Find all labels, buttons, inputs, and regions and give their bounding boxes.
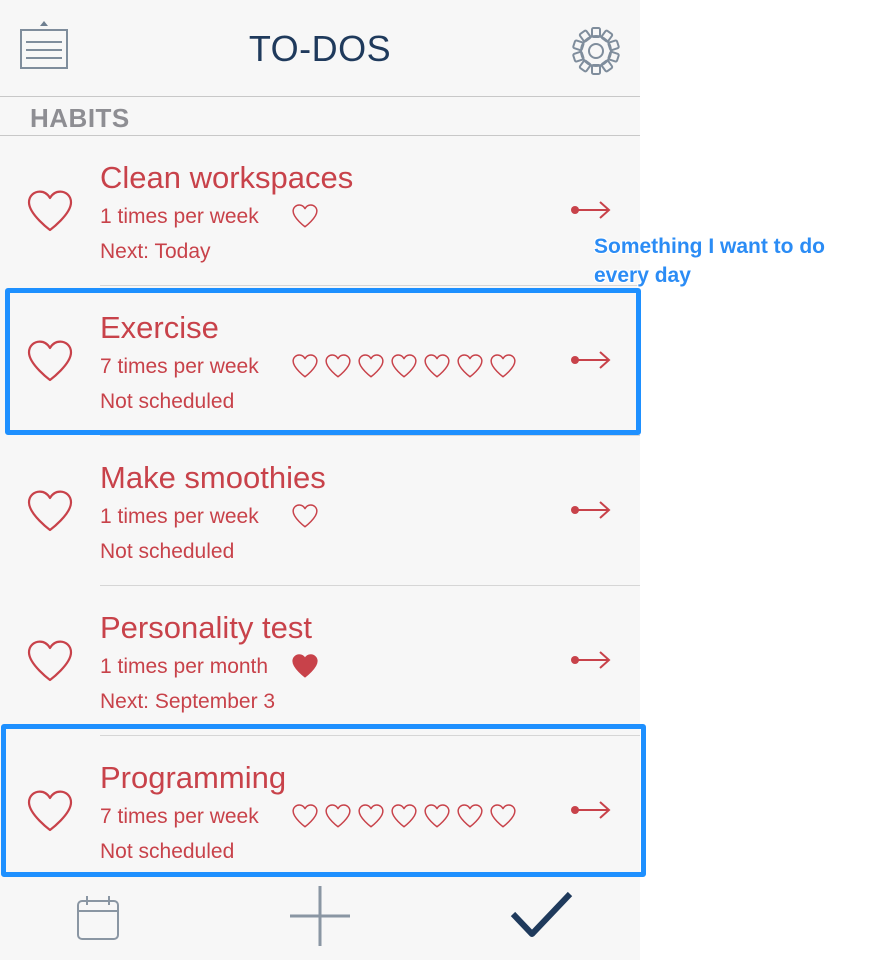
arrow-right-icon [571,351,611,369]
habit-check-button[interactable] [25,188,75,234]
arrow-right-icon [571,801,611,819]
habit-check-button[interactable] [25,788,75,834]
habit-title: Clean workspaces [100,160,354,195]
habit-title: Make smoothies [100,460,326,495]
heart-outline-icon [27,790,73,832]
done-button[interactable] [508,890,574,942]
habit-row[interactable]: Programming 7 times per week Not scheduled [0,736,640,886]
plus-icon [290,886,350,946]
header-bar: TO-DOS [0,0,640,97]
heart-outline-icon [27,190,73,232]
habit-tally [291,203,319,229]
habit-detail-button[interactable] [570,799,612,821]
habit-next-date: Next: September 3 [100,690,276,713]
arrow-right-icon [571,501,611,519]
habit-detail-button[interactable] [570,349,612,371]
habit-check-button[interactable] [25,638,75,684]
annotation-callout: Something I want to do every day [594,235,825,287]
habit-next-date: Not scheduled [100,540,235,563]
calendar-button[interactable] [74,894,122,942]
habit-frequency: 1 times per week [100,505,259,528]
heart-icon [391,354,417,378]
habit-next-date: Not scheduled [100,840,235,863]
habit-check-button[interactable] [25,338,75,384]
heart-outline-icon [27,640,73,682]
habit-row[interactable]: Make smoothies 1 times per week Not schedu… [0,436,640,586]
heart-outline-icon [27,340,73,382]
habit-tally [291,803,517,829]
habit-frequency: 1 times per month [100,655,269,678]
heart-icon [292,504,318,528]
settings-button[interactable] [570,25,622,77]
habit-next-date: Next: Today [100,240,211,263]
bottom-toolbar [0,876,640,960]
heart-icon [490,354,516,378]
heart-icon [424,354,450,378]
habit-detail-button[interactable] [570,499,612,521]
arrow-right-icon [571,651,611,669]
gear-icon [572,27,620,75]
habit-title: Programming [100,760,287,795]
habit-frequency: 7 times per week [100,355,259,378]
add-habit-button[interactable] [288,884,352,948]
habit-next-date: Not scheduled [100,390,235,413]
habit-frequency: 1 times per week [100,205,259,228]
heart-icon [292,354,318,378]
heart-icon [424,804,450,828]
habit-title: Personality test [100,610,312,645]
habit-tally [291,653,319,679]
page-title: TO-DOS [248,28,392,69]
habit-row[interactable]: Exercise 7 times per week Not scheduled [0,286,640,436]
checkmark-icon [510,891,573,937]
heart-icon [325,804,351,828]
heart-icon [391,804,417,828]
heart-icon [457,804,483,828]
app-screen: TO-DOS HABITS Clean workspaces 1 times pe… [0,0,640,960]
habit-row[interactable]: Clean workspaces 1 times per week Next: To… [0,136,640,286]
heart-outline-icon [27,490,73,532]
habit-row[interactable]: Personality test 1 times per month Next: S… [0,586,640,736]
heart-icon [325,354,351,378]
section-header: HABITS [0,97,640,136]
heart-icon [490,804,516,828]
habit-list: Clean workspaces 1 times per week Next: To… [0,136,640,886]
habit-tally [291,503,319,529]
habit-detail-button[interactable] [570,199,612,221]
arrow-right-icon [571,201,611,219]
habit-title: Exercise [100,310,219,345]
heart-icon [457,354,483,378]
habit-check-button[interactable] [25,488,75,534]
habit-tally [291,353,517,379]
habit-detail-button[interactable] [570,649,612,671]
heart-icon [358,804,384,828]
habit-frequency: 7 times per week [100,805,259,828]
section-title: HABITS [30,103,130,133]
heart-icon [358,354,384,378]
heart-filled-icon [292,654,318,678]
calendar-icon [77,896,119,940]
heart-icon [292,204,318,228]
heart-icon [292,804,318,828]
